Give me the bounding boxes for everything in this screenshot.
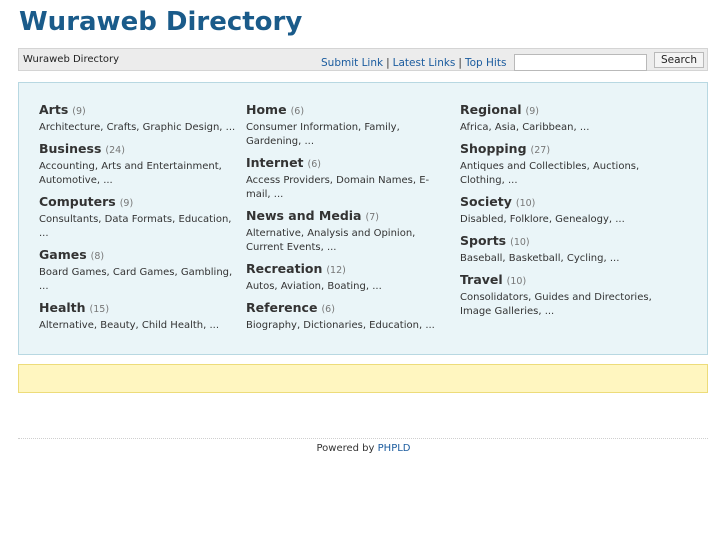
- category-column-1: Arts (9) Architecture, Crafts, Graphic Des…: [39, 102, 239, 339]
- category-count: (10): [515, 198, 536, 209]
- category-internet: Internet (6) Access Providers, Domain Name…: [246, 155, 446, 202]
- category-link-shopping[interactable]: Shopping: [460, 141, 527, 156]
- category-link-reference[interactable]: Reference: [246, 300, 317, 315]
- category-count: (7): [365, 212, 379, 223]
- category-link-computers[interactable]: Computers: [39, 194, 116, 209]
- category-count: (6): [307, 159, 321, 170]
- category-travel: Travel (10) Consolidators, Guides and Dire…: [460, 272, 670, 319]
- category-link-news-and-media[interactable]: News and Media: [246, 208, 362, 223]
- category-count: (15): [89, 304, 110, 315]
- subcategory-list[interactable]: Africa, Asia, Caribbean, ...: [460, 121, 670, 135]
- phpld-link[interactable]: PHPLD: [378, 443, 411, 454]
- category-link-society[interactable]: Society: [460, 194, 512, 209]
- subcategory-list[interactable]: Consumer Information, Family, Gardening,…: [246, 121, 446, 149]
- latest-links-link[interactable]: Latest Links: [393, 57, 456, 69]
- category-home: Home (6) Consumer Information, Family, Gar…: [246, 102, 446, 149]
- category-heading: Health (15): [39, 300, 239, 317]
- category-link-arts[interactable]: Arts: [39, 102, 68, 117]
- category-heading: Society (10): [460, 194, 670, 211]
- category-regional: Regional (9) Africa, Asia, Caribbean, ...: [460, 102, 670, 135]
- top-links: Submit Link | Latest Links | Top Hits: [321, 57, 506, 69]
- search-button[interactable]: Search: [654, 52, 704, 68]
- category-shopping: Shopping (27) Antiques and Collectibles, A…: [460, 141, 670, 188]
- category-heading: Recreation (12): [246, 261, 446, 278]
- subcategory-list[interactable]: Consultants, Data Formats, Education, ..…: [39, 213, 239, 241]
- subcategory-list[interactable]: Alternative, Beauty, Child Health, ...: [39, 319, 239, 333]
- powered-by-text: Powered by: [316, 443, 375, 454]
- top-nav-bar: Wuraweb Directory Submit Link | Latest Lin…: [18, 48, 708, 71]
- category-column-2: Home (6) Consumer Information, Family, Gar…: [246, 102, 446, 339]
- category-heading: Regional (9): [460, 102, 670, 119]
- category-link-health[interactable]: Health: [39, 300, 86, 315]
- category-link-sports[interactable]: Sports: [460, 233, 506, 248]
- subcategory-list[interactable]: Biography, Dictionaries, Education, ...: [246, 319, 446, 333]
- breadcrumb[interactable]: Wuraweb Directory: [23, 54, 119, 65]
- category-link-travel[interactable]: Travel: [460, 272, 503, 287]
- category-society: Society (10) Disabled, Folklore, Genealogy…: [460, 194, 670, 227]
- category-count: (27): [530, 145, 551, 156]
- category-link-recreation[interactable]: Recreation: [246, 261, 322, 276]
- category-heading: Reference (6): [246, 300, 446, 317]
- category-count: (12): [326, 265, 346, 276]
- subcategory-list[interactable]: Access Providers, Domain Names, E-mail, …: [246, 174, 446, 202]
- category-heading: Travel (10): [460, 272, 670, 289]
- category-count: (9): [72, 106, 86, 117]
- search-input[interactable]: [514, 54, 647, 71]
- category-heading: Sports (10): [460, 233, 670, 250]
- footer: Powered by PHPLD: [0, 443, 727, 454]
- submit-link-link[interactable]: Submit Link: [321, 57, 383, 69]
- category-count: (24): [105, 145, 125, 156]
- subcategory-list[interactable]: Autos, Aviation, Boating, ...: [246, 280, 446, 294]
- category-health: Health (15) Alternative, Beauty, Child Hea…: [39, 300, 239, 333]
- subcategory-list[interactable]: Consolidators, Guides and Directories, I…: [460, 291, 670, 319]
- category-link-games[interactable]: Games: [39, 247, 87, 262]
- category-reference: Reference (6) Biography, Dictionaries, Edu…: [246, 300, 446, 333]
- category-link-business[interactable]: Business: [39, 141, 101, 156]
- category-count: (9): [119, 198, 134, 209]
- subcategory-list[interactable]: Architecture, Crafts, Graphic Design, ..…: [39, 121, 239, 135]
- category-computers: Computers (9) Consultants, Data Formats, E…: [39, 194, 239, 241]
- site-title[interactable]: Wuraweb Directory: [19, 7, 302, 37]
- category-heading: Computers (9): [39, 194, 239, 211]
- category-news-and-media: News and Media (7) Alternative, Analysis a…: [246, 208, 446, 255]
- category-count: (10): [506, 276, 527, 287]
- category-heading: News and Media (7): [246, 208, 446, 225]
- category-count: (6): [321, 304, 335, 315]
- category-heading: Home (6): [246, 102, 446, 119]
- category-count: (10): [510, 237, 530, 248]
- category-link-internet[interactable]: Internet: [246, 155, 304, 170]
- category-column-3: Regional (9) Africa, Asia, Caribbean, ... S…: [460, 102, 670, 325]
- category-heading: Arts (9): [39, 102, 239, 119]
- subcategory-list[interactable]: Baseball, Basketball, Cycling, ...: [460, 252, 670, 266]
- subcategory-list[interactable]: Alternative, Analysis and Opinion, Curre…: [246, 227, 446, 255]
- category-sports: Sports (10) Baseball, Basketball, Cycling,…: [460, 233, 670, 266]
- category-arts: Arts (9) Architecture, Crafts, Graphic Des…: [39, 102, 239, 135]
- category-heading: Shopping (27): [460, 141, 670, 158]
- category-heading: Games (8): [39, 247, 239, 264]
- category-count: (6): [290, 106, 305, 117]
- link-separator: |: [458, 57, 462, 69]
- category-heading: Business (24): [39, 141, 239, 158]
- category-games: Games (8) Board Games, Card Games, Gamblin…: [39, 247, 239, 294]
- category-link-regional[interactable]: Regional: [460, 102, 522, 117]
- subcategory-list[interactable]: Accounting, Arts and Entertainment, Auto…: [39, 160, 239, 188]
- category-link-home[interactable]: Home: [246, 102, 287, 117]
- subcategory-list[interactable]: Board Games, Card Games, Gambling, ...: [39, 266, 239, 294]
- subcategory-list[interactable]: Antiques and Collectibles, Auctions, Clo…: [460, 160, 670, 188]
- subcategory-list[interactable]: Disabled, Folklore, Genealogy, ...: [460, 213, 670, 227]
- category-heading: Internet (6): [246, 155, 446, 172]
- category-count: (8): [90, 251, 105, 262]
- category-recreation: Recreation (12) Autos, Aviation, Boating, …: [246, 261, 446, 294]
- link-separator: |: [386, 57, 390, 69]
- category-business: Business (24) Accounting, Arts and Enterta…: [39, 141, 239, 188]
- top-hits-link[interactable]: Top Hits: [465, 57, 506, 69]
- category-panel: Arts (9) Architecture, Crafts, Graphic Des…: [18, 82, 708, 355]
- footer-divider: [18, 438, 708, 439]
- notice-box: [18, 364, 708, 393]
- category-count: (9): [525, 106, 540, 117]
